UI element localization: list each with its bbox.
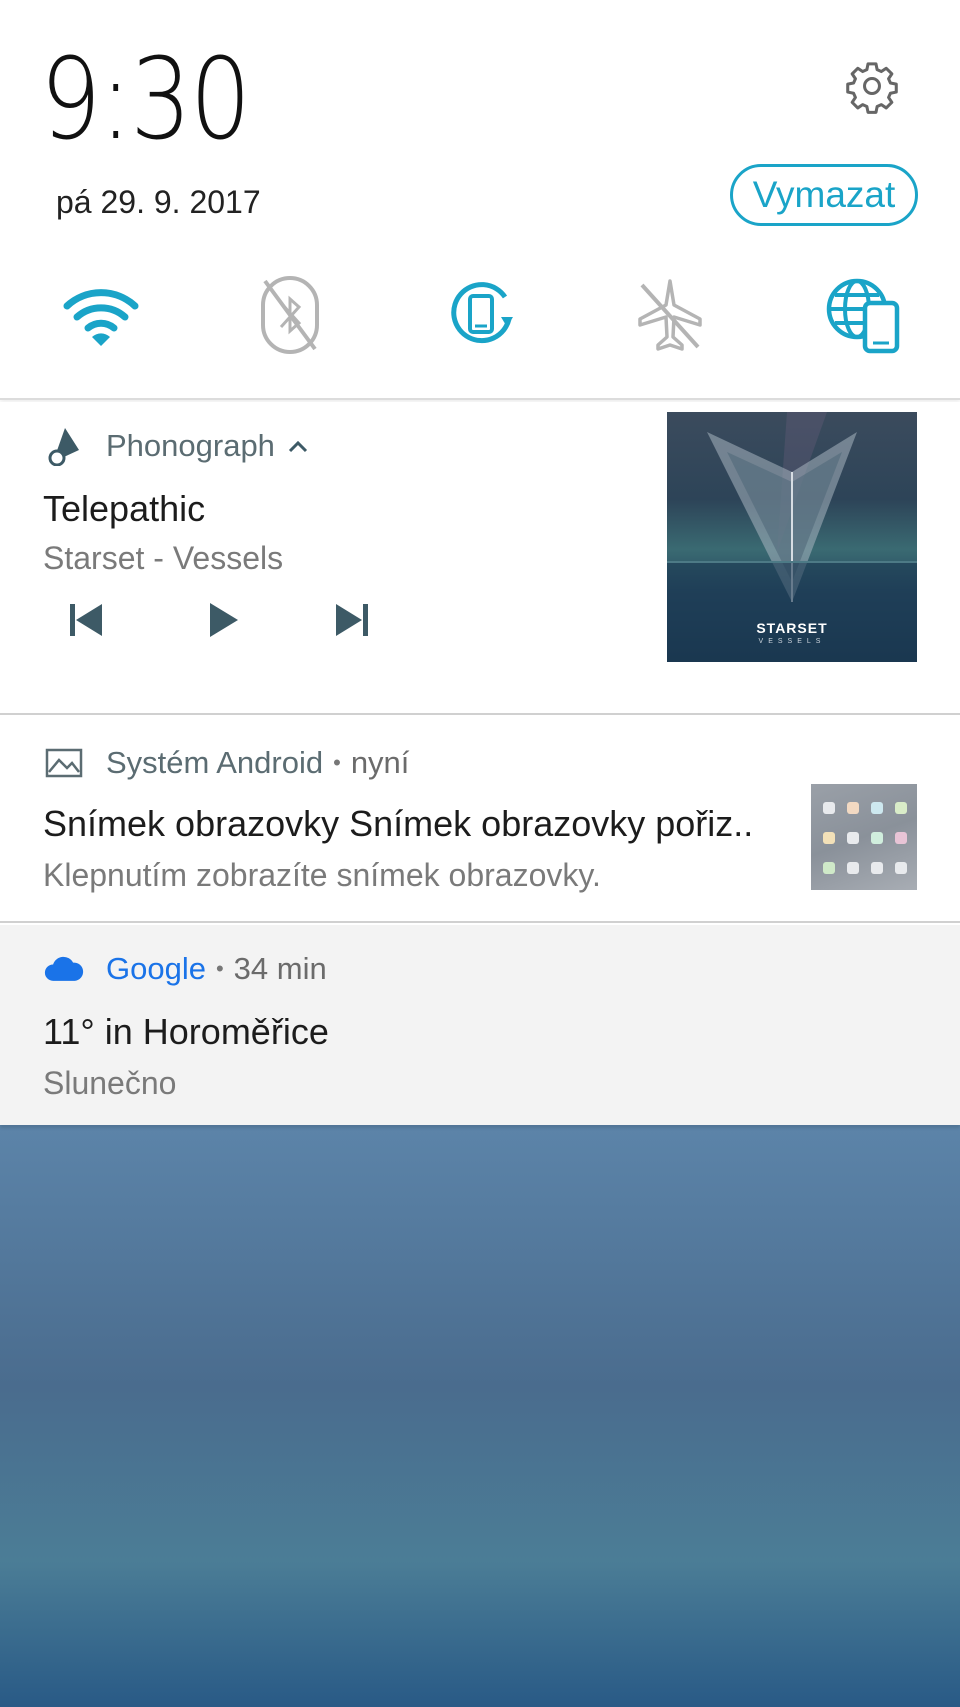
notification-title: Snímek obrazovky Snímek obrazovky pořiz.… [43,803,754,844]
notification-time: 34 min [233,951,327,986]
previous-button[interactable] [58,592,114,648]
notification-header: Systém Android • nyní [44,743,409,783]
screenshot-thumbnail[interactable] [811,784,917,890]
notification-text: Klepnutím zobrazíte snímek obrazovky. [43,857,601,893]
bluetooth-tile[interactable] [245,270,335,360]
wifi-tile[interactable] [56,270,146,360]
auto-rotate-tile[interactable] [438,270,528,360]
notification-header: Phonograph [44,426,309,466]
app-name: Google [106,951,206,986]
app-name: Phonograph [106,428,275,463]
date: pá 29. 9. 2017 [56,184,261,220]
track-title: Telepathic [43,488,206,529]
settings-button[interactable] [842,56,902,116]
cloud-icon [44,949,84,989]
album-art[interactable]: STARSET VESSELS [667,412,917,662]
auto-rotate-icon [451,282,513,344]
next-icon [336,604,368,636]
previous-icon [70,604,102,636]
play-icon [210,603,238,637]
wallpaper [0,1125,960,1707]
wifi-icon [63,289,139,346]
weather-title: 11° in Horoměřice [43,1011,329,1052]
play-button[interactable] [194,592,250,648]
mobile-data-tile[interactable] [818,270,908,360]
phonograph-app-icon [44,426,84,466]
notification-time: nyní [350,745,410,780]
app-name: Systém Android [106,745,324,780]
quick-settings-header: 9:30 pá 29. 9. 2017 Vymazat [0,0,960,400]
album-subtitle: VESSELS [758,638,826,645]
weather-condition: Slunečno [43,1065,177,1101]
airplane-off-icon [638,279,702,351]
track-artist-album: Starset - Vessels [43,540,284,576]
clear-all-button[interactable]: Vymazat [730,164,918,226]
next-button[interactable] [324,592,380,648]
weather-notification[interactable]: Google • 34 min 11° in Horoměřice Sluneč… [0,925,960,1125]
globe-phone-icon [826,278,900,354]
airplane-mode-tile[interactable] [625,270,715,360]
album-brand: STARSET [756,620,828,636]
chevron-up-icon[interactable] [287,439,309,453]
image-icon [44,743,84,783]
clock: 9:30 [40,35,251,165]
gear-icon [846,62,898,114]
bluetooth-off-icon [261,276,319,354]
notification-header: Google • 34 min [44,949,327,989]
